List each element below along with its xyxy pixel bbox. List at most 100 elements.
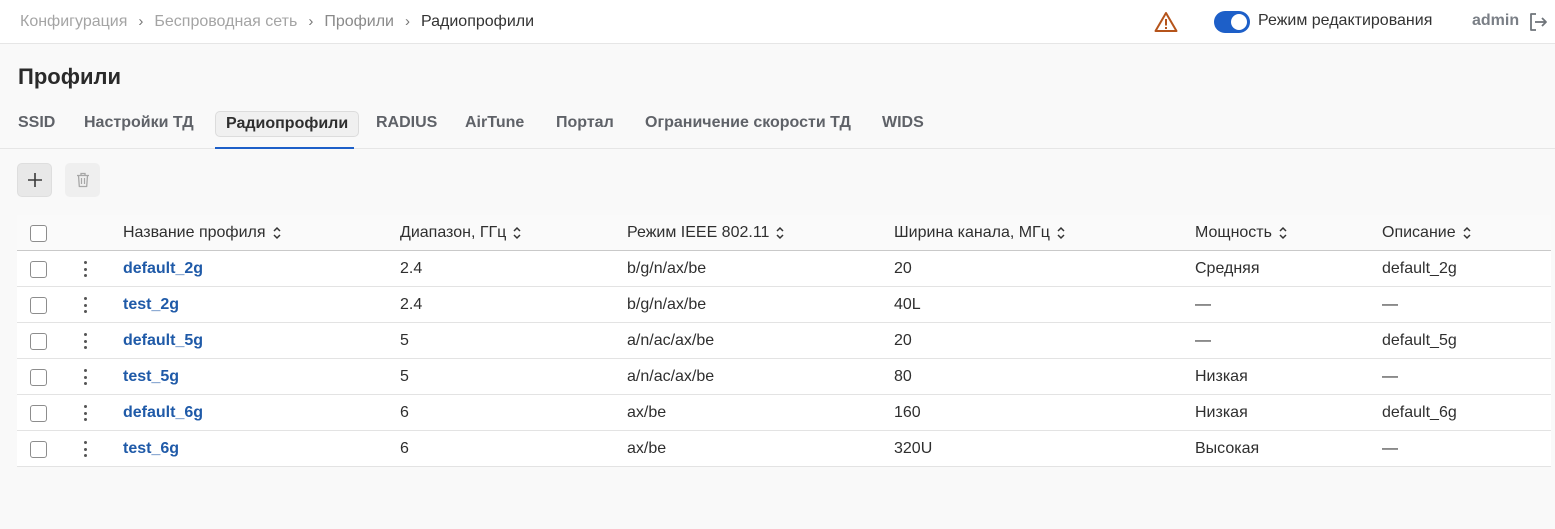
column-header-label: Режим IEEE 802.11	[627, 224, 770, 241]
row-menu-button[interactable]	[83, 431, 87, 467]
table-row[interactable]: default_6g 6 ax/be 160 Низкая default_6g	[17, 395, 1551, 431]
user-name[interactable]: admin	[1472, 12, 1519, 30]
tab-ssid[interactable]: SSID	[8, 111, 65, 135]
plus-icon	[27, 173, 42, 187]
top-bar: Конфигурация › Беспроводная сеть › Профи…	[0, 0, 1555, 44]
row-checkbox[interactable]	[30, 368, 47, 386]
sort-icon[interactable]	[1056, 226, 1066, 240]
width-cell: 40L	[894, 296, 921, 313]
band-cell: 5	[400, 332, 409, 349]
add-button[interactable]	[17, 163, 52, 197]
power-cell: Высокая	[1195, 440, 1260, 457]
profile-name-link[interactable]: test_2g	[123, 287, 179, 323]
table-row[interactable]: default_2g 2.4 b/g/n/ax/be 20 Средняя de…	[17, 251, 1551, 287]
profile-name-link[interactable]: default_6g	[123, 395, 203, 431]
band-cell: 6	[400, 404, 409, 421]
tab-radius[interactable]: RADIUS	[366, 111, 447, 135]
description-cell: —	[1382, 440, 1398, 457]
tab-portal[interactable]: Портал	[546, 111, 624, 135]
row-select-cell	[30, 431, 47, 467]
breadcrumb-item-wireless[interactable]: Беспроводная сеть	[154, 13, 297, 31]
width-cell: 320U	[894, 440, 933, 457]
row-checkbox[interactable]	[30, 440, 47, 458]
width-cell: 80	[894, 368, 912, 385]
band-cell: 2.4	[400, 296, 423, 313]
select-all-checkbox[interactable]	[30, 224, 47, 242]
more-vertical-icon	[83, 441, 87, 457]
row-checkbox[interactable]	[30, 260, 47, 278]
sort-icon[interactable]	[272, 226, 282, 240]
row-select-cell	[30, 359, 47, 395]
breadcrumb-item-current: Радиопрофили	[420, 12, 535, 30]
band-cell: 2.4	[400, 260, 423, 277]
edit-mode-label: Режим редактирования	[1258, 12, 1433, 29]
table-row[interactable]: test_2g 2.4 b/g/n/ax/be 40L — —	[17, 287, 1551, 323]
delete-button[interactable]	[65, 163, 100, 197]
table-row[interactable]: test_5g 5 a/n/ac/ax/be 80 Низкая —	[17, 359, 1551, 395]
toggle-knob	[1231, 14, 1247, 30]
breadcrumb-separator: ›	[308, 13, 314, 30]
power-cell: Низкая	[1195, 368, 1248, 385]
sort-icon[interactable]	[775, 226, 785, 240]
row-menu-button[interactable]	[83, 359, 87, 395]
sort-icon[interactable]	[1278, 226, 1288, 240]
table-header: Название профиля Диапазон, ГГц Режим IEE…	[17, 215, 1551, 251]
more-vertical-icon	[83, 261, 87, 277]
more-vertical-icon	[83, 333, 87, 349]
row-select-cell	[30, 395, 47, 431]
power-cell: —	[1195, 296, 1211, 313]
table-row[interactable]: test_6g 6 ax/be 320U Высокая —	[17, 431, 1551, 467]
breadcrumb-item-config[interactable]: Конфигурация	[20, 13, 127, 31]
row-select-cell	[30, 323, 47, 359]
active-tab-indicator	[215, 147, 354, 149]
logout-icon[interactable]	[1527, 11, 1549, 33]
mode-cell: b/g/n/ax/be	[627, 260, 707, 277]
mode-cell: ax/be	[627, 404, 667, 421]
column-header-label: Описание	[1382, 224, 1456, 241]
row-menu-button[interactable]	[83, 323, 87, 359]
description-cell: —	[1382, 368, 1398, 385]
column-header-label: Ширина канала, МГц	[894, 224, 1050, 241]
description-cell: default_5g	[1382, 332, 1457, 349]
column-header-name[interactable]: Название профиля	[123, 215, 282, 251]
band-cell: 6	[400, 440, 409, 457]
page-title: Профили	[18, 64, 121, 89]
more-vertical-icon	[83, 369, 87, 385]
column-header-label: Диапазон, ГГц	[400, 224, 507, 241]
power-cell: —	[1195, 332, 1211, 349]
column-header-mode[interactable]: Режим IEEE 802.11	[627, 215, 785, 251]
row-checkbox[interactable]	[30, 404, 47, 422]
width-cell: 20	[894, 260, 912, 277]
warning-icon[interactable]	[1154, 11, 1178, 33]
profile-name-link[interactable]: default_5g	[123, 323, 203, 359]
breadcrumb-item-profiles[interactable]: Профили	[324, 13, 394, 31]
row-menu-button[interactable]	[83, 251, 87, 287]
breadcrumb: Конфигурация › Беспроводная сеть › Профи…	[20, 13, 534, 31]
description-cell: —	[1382, 296, 1398, 313]
row-menu-button[interactable]	[83, 287, 87, 323]
profile-name-link[interactable]: default_2g	[123, 251, 203, 287]
select-all-cell	[30, 215, 47, 251]
tab-airtune[interactable]: AirTune	[455, 111, 534, 135]
row-select-cell	[30, 287, 47, 323]
column-header-power[interactable]: Мощность	[1195, 215, 1288, 251]
tabs: SSID Настройки ТД Радиопрофили RADIUS Ai…	[0, 104, 1555, 149]
sort-icon[interactable]	[1462, 226, 1472, 240]
column-header-description[interactable]: Описание	[1382, 215, 1472, 251]
more-vertical-icon	[83, 297, 87, 313]
tab-wids[interactable]: WIDS	[872, 111, 934, 135]
profile-name-link[interactable]: test_6g	[123, 431, 179, 467]
tab-radio-profiles[interactable]: Радиопрофили	[215, 111, 360, 137]
sort-icon[interactable]	[512, 226, 522, 240]
row-checkbox[interactable]	[30, 332, 47, 350]
tab-ap-settings[interactable]: Настройки ТД	[74, 111, 204, 135]
table-row[interactable]: default_5g 5 a/n/ac/ax/be 20 — default_5…	[17, 323, 1551, 359]
column-header-band[interactable]: Диапазон, ГГц	[400, 215, 522, 251]
row-menu-button[interactable]	[83, 395, 87, 431]
mode-cell: a/n/ac/ax/be	[627, 368, 715, 385]
column-header-width[interactable]: Ширина канала, МГц	[894, 215, 1066, 251]
profile-name-link[interactable]: test_5g	[123, 359, 179, 395]
tab-ap-rate-limit[interactable]: Ограничение скорости ТД	[635, 111, 861, 135]
row-checkbox[interactable]	[30, 296, 47, 314]
edit-mode-toggle[interactable]	[1214, 11, 1250, 33]
